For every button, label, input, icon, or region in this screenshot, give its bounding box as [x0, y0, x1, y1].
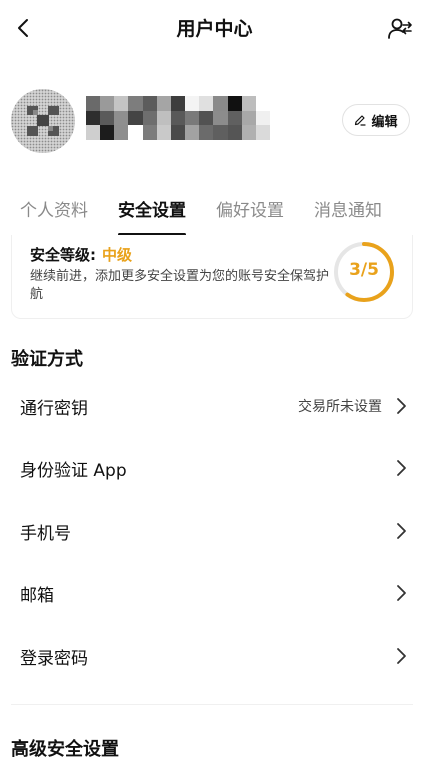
tab-preferences[interactable]: 偏好设置	[216, 196, 284, 238]
username-redacted	[86, 96, 270, 140]
user-switch-button[interactable]	[385, 14, 415, 44]
row-label: 身份验证 App	[20, 461, 127, 481]
mosaic-cell	[86, 110, 101, 126]
section-divider	[11, 704, 413, 705]
mosaic-cell	[185, 110, 200, 126]
chevron-right-icon	[397, 585, 406, 601]
mosaic-cell	[213, 96, 228, 111]
mosaic-cell	[170, 125, 186, 140]
tab-notifications[interactable]: 消息通知	[314, 196, 382, 238]
security-level-value: 中级	[102, 246, 133, 264]
mosaic-cell	[86, 96, 101, 111]
mosaic-cell	[100, 125, 115, 140]
tab-label: 消息通知	[314, 201, 382, 221]
tab-label: 个人资料	[20, 201, 88, 221]
mosaic-cell	[199, 110, 214, 126]
mosaic-cell	[156, 110, 171, 126]
mosaic-cell	[199, 96, 214, 111]
profile-section: 编辑	[0, 82, 429, 162]
chevron-right-icon	[397, 648, 406, 664]
mosaic-cell	[100, 96, 115, 111]
list-item-email[interactable]: 邮箱	[0, 562, 429, 624]
mosaic-cell	[128, 96, 143, 111]
mosaic-cell	[255, 125, 270, 140]
mosaic-cell	[142, 125, 157, 140]
mosaic-cell	[227, 110, 242, 126]
page-title: 用户中心	[176, 18, 253, 40]
chevron-right-icon	[397, 398, 406, 414]
mosaic-cell	[170, 110, 186, 126]
mosaic-cell	[114, 96, 129, 111]
mosaic-cell	[227, 125, 242, 140]
security-level-card: 安全等级: 中级 继续前进，添加更多安全设置为您的账号安全保驾护航 3/5	[11, 235, 413, 319]
chevron-right-icon	[397, 460, 406, 476]
row-label: 邮箱	[20, 586, 54, 606]
edit-profile-button[interactable]: 编辑	[342, 104, 410, 136]
mosaic-cell	[100, 110, 115, 126]
pencil-icon	[355, 115, 367, 126]
mosaic-cell	[128, 110, 143, 126]
avatar-image	[11, 89, 75, 153]
list-item-login-password[interactable]: 登录密码	[0, 625, 429, 687]
tab-security[interactable]: 安全设置	[118, 196, 186, 238]
tab-bar: 个人资料 安全设置 偏好设置 消息通知	[0, 196, 429, 238]
mosaic-cell	[227, 96, 242, 111]
verification-section-title: 验证方式	[11, 349, 83, 370]
mosaic-cell	[128, 125, 143, 140]
mosaic-cell	[156, 125, 171, 140]
avatar[interactable]	[11, 89, 75, 153]
tab-profile[interactable]: 个人资料	[20, 196, 88, 238]
row-label: 通行密钥	[20, 399, 88, 419]
mosaic-cell	[86, 125, 101, 140]
security-progress-ring: 3/5	[332, 240, 396, 304]
row-status: 交易所未设置	[298, 399, 382, 415]
tab-label: 偏好设置	[216, 201, 284, 221]
row-label: 登录密码	[20, 649, 88, 669]
mosaic-cell	[213, 110, 228, 126]
mosaic-cell	[114, 125, 129, 140]
chevron-right-icon	[397, 523, 406, 539]
mosaic-cell	[142, 96, 157, 111]
edit-label: 编辑	[371, 114, 398, 130]
security-level-label: 安全等级:	[30, 246, 96, 264]
back-button[interactable]	[10, 14, 38, 42]
mosaic-cell	[213, 125, 228, 140]
list-item-passkey[interactable]: 通行密钥 交易所未设置	[0, 375, 429, 437]
row-label: 手机号	[20, 524, 71, 544]
mosaic-cell	[241, 96, 256, 111]
tab-label: 安全设置	[118, 201, 186, 221]
mosaic-cell	[185, 125, 200, 140]
mosaic-cell	[170, 96, 186, 111]
mosaic-cell	[185, 96, 200, 111]
chevron-left-icon	[18, 19, 28, 37]
list-item-authenticator-app[interactable]: 身份验证 App	[0, 437, 429, 499]
advanced-section-title: 高级安全设置	[11, 739, 119, 760]
mosaic-cell	[255, 110, 270, 126]
mosaic-cell	[199, 125, 214, 140]
security-progress-text: 3/5	[349, 260, 379, 280]
mosaic-cell	[241, 125, 256, 140]
top-bar: 用户中心	[0, 0, 429, 56]
mosaic-cell	[114, 110, 129, 126]
mosaic-cell	[241, 110, 256, 126]
mosaic-cell	[142, 110, 157, 126]
security-level-row: 安全等级: 中级	[30, 244, 132, 265]
mosaic-cell	[255, 96, 270, 111]
user-switch-icon	[388, 18, 412, 39]
security-level-description: 继续前进，添加更多安全设置为您的账号安全保驾护航	[30, 269, 330, 302]
mosaic-cell	[156, 96, 171, 111]
list-item-phone[interactable]: 手机号	[0, 500, 429, 562]
